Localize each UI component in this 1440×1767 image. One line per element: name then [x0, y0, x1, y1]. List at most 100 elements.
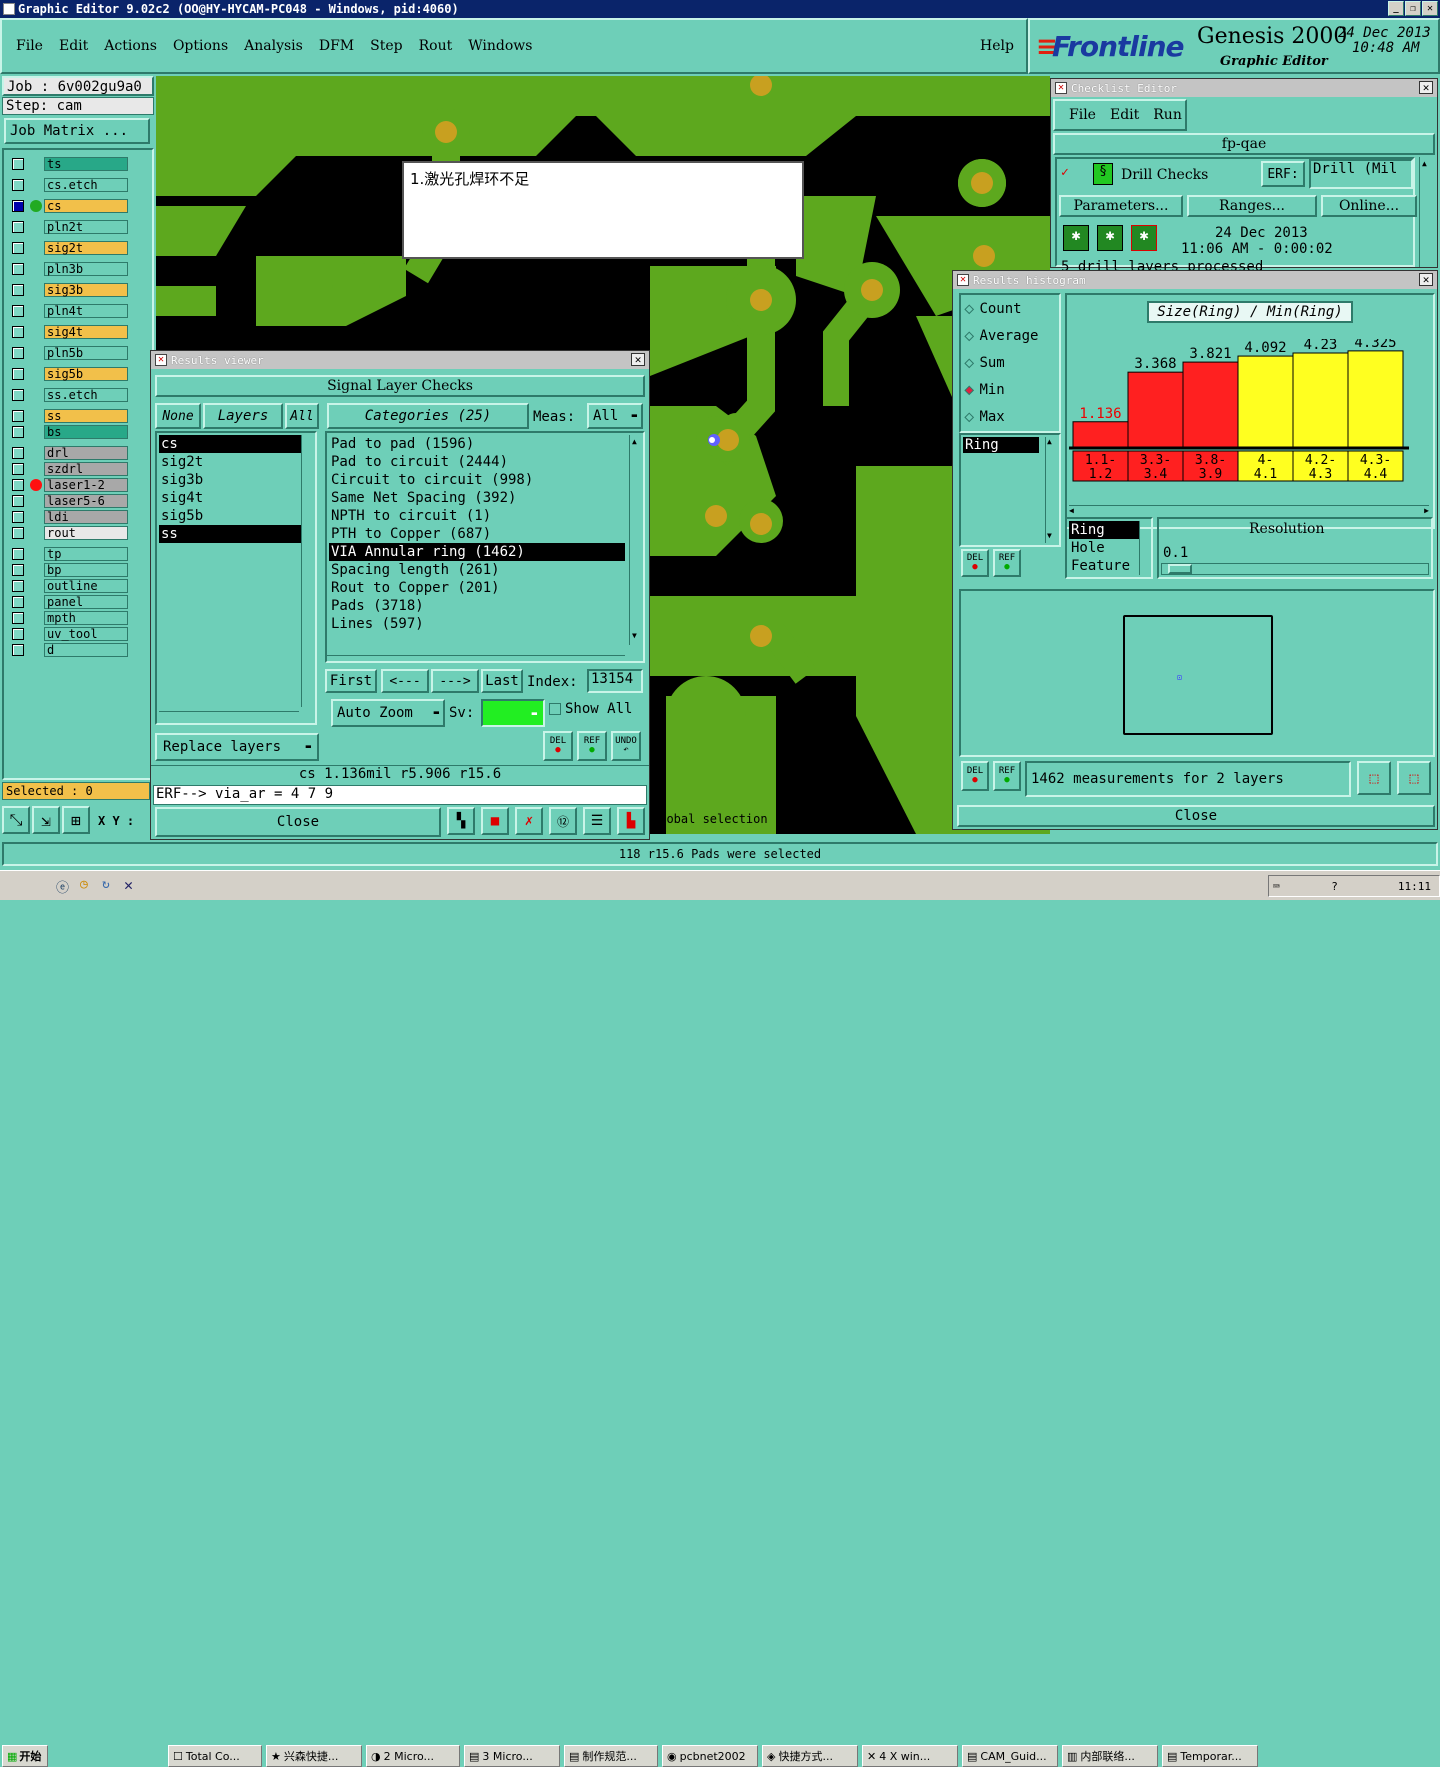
checklist-menu-file[interactable]: File	[1069, 107, 1096, 123]
layer-name[interactable]: rout	[44, 525, 128, 540]
ranges-button[interactable]: Ranges...	[1187, 195, 1317, 217]
taskbar-item[interactable]: ▤ 3 Micro...	[464, 1745, 560, 1767]
histogram-close-button[interactable]: Close	[957, 805, 1435, 827]
zoom-edit-icon[interactable]: ⇲	[32, 806, 60, 834]
keyboard-icon[interactable]: ⌨	[1269, 880, 1280, 893]
layer-name[interactable]: ts	[44, 156, 128, 171]
resolution-slider[interactable]	[1161, 563, 1429, 575]
category-item[interactable]: Lines (597)	[329, 615, 625, 633]
layer-checkbox[interactable]	[12, 409, 24, 422]
menu-actions[interactable]: Actions	[104, 38, 157, 54]
histogram-bar[interactable]	[1292, 352, 1349, 448]
layer-checkbox[interactable]	[12, 526, 24, 539]
xwin-icon[interactable]: ✕	[124, 876, 133, 894]
minimize-icon[interactable]: _	[1388, 1, 1404, 16]
last-button[interactable]: Last	[481, 669, 523, 693]
histogram-bar[interactable]	[1072, 421, 1129, 448]
layer-checkbox[interactable]	[12, 346, 24, 359]
ring-item[interactable]: Ring	[1069, 521, 1139, 539]
layer-row-laser5-6[interactable]: laser5-6	[12, 493, 128, 508]
close-window-icon[interactable]: ✕	[1422, 1, 1438, 16]
layer-row-tp[interactable]: tp	[12, 546, 128, 561]
layer-name[interactable]: panel	[44, 594, 128, 609]
layer-tool-icon[interactable]: ▚	[447, 807, 475, 835]
layer-checkbox[interactable]	[12, 478, 24, 491]
category-item[interactable]: Spacing length (261)	[329, 561, 625, 579]
checklist-close-icon[interactable]: ✕	[1419, 81, 1433, 94]
layer-row-pln3b[interactable]: pln3b	[12, 261, 128, 276]
layer-row-rout[interactable]: rout	[12, 525, 128, 540]
layer-name[interactable]: cs.etch	[44, 177, 128, 192]
layer-checkbox[interactable]	[12, 595, 24, 608]
result-layer-item[interactable]: cs	[159, 435, 301, 453]
layer-list-hscroll[interactable]	[159, 711, 299, 721]
layer-row-sig5b[interactable]: sig5b	[12, 366, 128, 381]
option-average[interactable]: ◆ Average	[964, 328, 1038, 345]
categories-button[interactable]: Categories (25)	[327, 403, 529, 429]
layer-row-cs[interactable]: cs	[12, 198, 128, 213]
category-item[interactable]: NPTH to circuit (1)	[329, 507, 625, 525]
option-min[interactable]: ◆ Min	[964, 382, 1004, 399]
layer-name[interactable]: cs	[44, 198, 128, 213]
radio-icon[interactable]: ◆	[964, 301, 973, 318]
layer-row-pln2t[interactable]: pln2t	[12, 219, 128, 234]
zoom-result-icon[interactable]: ⬚	[1397, 761, 1431, 795]
radio-icon[interactable]: ◆	[964, 382, 973, 399]
histogram-bar[interactable]	[1182, 361, 1239, 448]
taskbar-item[interactable]: ▤ Temporar...	[1162, 1745, 1258, 1767]
menu-options[interactable]: Options	[173, 38, 228, 54]
menu-file[interactable]: File	[16, 38, 43, 54]
layer-checkbox[interactable]	[12, 627, 24, 640]
run-error-icon[interactable]: ✱	[1131, 225, 1157, 251]
layer-row-ss[interactable]: ss	[12, 408, 128, 423]
ring-list[interactable]: Ring Hole Feature	[1065, 517, 1153, 579]
check-mark-icon[interactable]: ✓	[1061, 165, 1075, 180]
layer-row-uv_tool[interactable]: uv_tool	[12, 626, 128, 641]
taskbar-item[interactable]: ▥ 内部联络...	[1062, 1745, 1158, 1767]
layer-name[interactable]: pln5b	[44, 345, 128, 360]
layer-name[interactable]: sig5b	[44, 366, 128, 381]
radio-icon[interactable]: ◆	[964, 409, 973, 426]
layer-row-ldi[interactable]: ldi	[12, 509, 128, 524]
zoom-box-icon[interactable]: ⤡	[2, 806, 30, 834]
menu-rout[interactable]: Rout	[419, 38, 453, 54]
ie-icon[interactable]: ⓔ	[56, 877, 69, 896]
layer-name[interactable]: laser1-2	[44, 477, 128, 492]
layer-row-mpth[interactable]: mpth	[12, 610, 128, 625]
online-button[interactable]: Online...	[1321, 195, 1417, 217]
layers-button[interactable]: Layers	[203, 403, 283, 429]
run-selected-icon[interactable]: ✱	[1097, 225, 1123, 251]
layer-name[interactable]: pln2t	[44, 219, 128, 234]
layer-checkbox[interactable]	[12, 462, 24, 475]
show-all-checkbox[interactable]	[549, 703, 561, 715]
menu-analysis[interactable]: Analysis	[244, 38, 303, 54]
category-item[interactable]: Rout to Copper (201)	[329, 579, 625, 597]
layer-row-bs[interactable]: bs	[12, 424, 128, 439]
auto-zoom-select[interactable]: Auto Zoom ▬	[331, 699, 445, 727]
erf-value[interactable]: Drill (Mil	[1309, 159, 1413, 189]
meas-select[interactable]: All ▬	[587, 403, 643, 429]
layer-name[interactable]: outline	[44, 578, 128, 593]
layer-checkbox[interactable]	[12, 283, 24, 296]
result-layer-item[interactable]: sig5b	[159, 507, 301, 525]
layer-checkbox[interactable]	[12, 494, 24, 507]
layer-row-pln5b[interactable]: pln5b	[12, 345, 128, 360]
option-sum[interactable]: ◆ Sum	[964, 355, 1004, 372]
undo-button[interactable]: UNDO ↶	[611, 731, 641, 761]
result-layer-item[interactable]: ss	[159, 525, 301, 543]
layer-name[interactable]: tp	[44, 546, 128, 561]
category-item[interactable]: Pad to circuit (2444)	[329, 453, 625, 471]
layer-checkbox[interactable]	[12, 446, 24, 459]
layer-checkbox[interactable]	[12, 547, 24, 560]
result-layer-item[interactable]: sig4t	[159, 489, 301, 507]
layer-row-sig3b[interactable]: sig3b	[12, 282, 128, 297]
layer-name[interactable]: szdrl	[44, 461, 128, 476]
layer-name[interactable]: ss.etch	[44, 387, 128, 402]
histogram-chart[interactable]: 1.136 1.1-1.2 3.368 3.3-3.4 3.821 3.8-3.9 4.09…	[1069, 339, 1409, 503]
checklist-menu-edit[interactable]: Edit	[1110, 107, 1139, 123]
checklist-scrollbar[interactable]: ▲	[1419, 157, 1433, 267]
layer-checkbox[interactable]	[12, 157, 24, 170]
grid-icon[interactable]: ⊞	[62, 806, 90, 834]
layer-row-drl[interactable]: drl	[12, 445, 128, 460]
help-menu[interactable]: Help	[980, 38, 1014, 54]
